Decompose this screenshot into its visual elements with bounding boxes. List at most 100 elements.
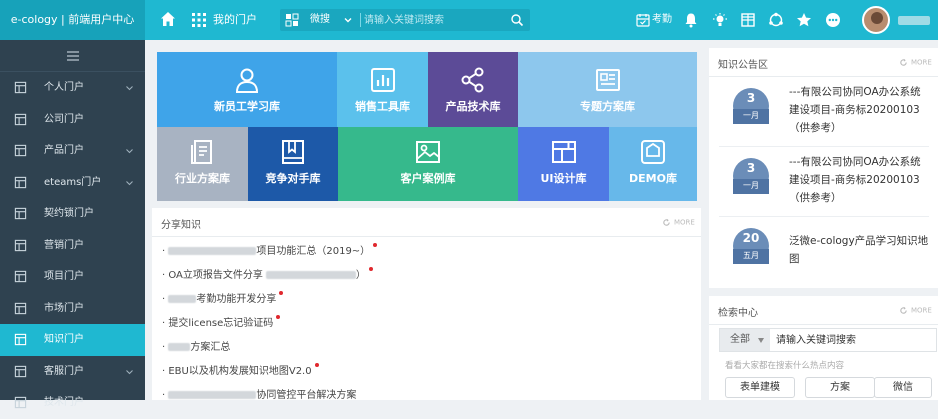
more-link[interactable]: MORE bbox=[899, 306, 932, 315]
star-icon[interactable] bbox=[796, 12, 812, 28]
more-label[interactable]: MORE bbox=[911, 307, 932, 315]
tile-label: DEMO库 bbox=[629, 172, 677, 185]
sidebar-item[interactable]: 项目门户 bbox=[0, 261, 145, 293]
hot-search-button[interactable]: 微信 bbox=[874, 377, 932, 398]
knowledge-list-item[interactable]: · OA立项报告文件分享） bbox=[162, 266, 373, 281]
redacted-text bbox=[168, 247, 257, 255]
sidebar-toggle[interactable] bbox=[0, 40, 145, 72]
item-title[interactable]: 方案汇总 bbox=[190, 342, 230, 353]
hot-search-button[interactable]: 表单建模 bbox=[725, 377, 795, 398]
sidebar-item[interactable]: 公司门户 bbox=[0, 104, 145, 136]
more-icon[interactable] bbox=[825, 12, 841, 28]
knowledge-list-item[interactable]: · 考勤功能开发分享 bbox=[162, 290, 284, 305]
search-scope-label[interactable]: 全部 bbox=[730, 334, 750, 345]
hot-search-button[interactable]: 方案 bbox=[805, 377, 875, 398]
knowledge-list-item[interactable]: · EBU以及机构发展知识地图V2.0 bbox=[162, 362, 319, 377]
sidebar-item[interactable]: 知识门户 bbox=[0, 324, 145, 356]
brand-title[interactable]: e-cology | 前端用户中心 bbox=[0, 0, 145, 40]
avatar[interactable] bbox=[862, 6, 890, 34]
sidebar-item[interactable]: 营销门户 bbox=[0, 230, 145, 262]
sidebar-item[interactable]: 契约锁门户 bbox=[0, 198, 145, 230]
refresh-icon[interactable] bbox=[899, 306, 908, 315]
date-day: 20 bbox=[742, 231, 760, 245]
caret-down-icon[interactable] bbox=[758, 338, 764, 343]
new-badge bbox=[314, 363, 319, 367]
username[interactable] bbox=[898, 16, 930, 25]
chevron-down-icon[interactable] bbox=[125, 179, 134, 187]
knowledge-list-item[interactable]: · 协同管控平台解决方案 bbox=[162, 386, 356, 401]
sidebar-item-label: 个人门户 bbox=[44, 82, 84, 93]
more-label[interactable]: MORE bbox=[674, 219, 695, 227]
item-title[interactable]: 协同管控平台解决方案 bbox=[256, 390, 356, 401]
knowledge-tile[interactable]: 专题方案库 bbox=[518, 52, 697, 127]
layout-icon bbox=[14, 176, 27, 188]
panel-divider bbox=[152, 236, 701, 237]
item-title[interactable]: 提交license忘记验证码 bbox=[168, 318, 273, 329]
date-day: 3 bbox=[746, 91, 756, 105]
knowledge-tile[interactable]: 行业方案库 bbox=[157, 127, 248, 201]
notice-title[interactable]: ---有限公司协同OA办公系统建设项目-商务标20200103（供参考） bbox=[789, 83, 929, 137]
attendance-label[interactable]: 考勤 bbox=[652, 0, 672, 40]
new-badge bbox=[368, 267, 373, 271]
grid-icon[interactable] bbox=[740, 12, 756, 28]
notice-title[interactable]: 泛微e-cology产品学习知识地图 bbox=[789, 232, 929, 268]
knowledge-tile[interactable]: 销售工具库 bbox=[337, 52, 428, 127]
item-title[interactable]: 项目功能汇总（2019~） bbox=[256, 246, 370, 257]
knowledge-tile[interactable]: DEMO库 bbox=[609, 127, 697, 201]
panel-divider bbox=[709, 76, 938, 77]
bell-icon[interactable] bbox=[683, 12, 699, 28]
knowledge-tile[interactable]: UI设计库 bbox=[518, 127, 609, 201]
knowledge-list-item[interactable]: · 项目功能汇总（2019~） bbox=[162, 242, 378, 257]
chevron-down-icon[interactable] bbox=[343, 15, 353, 25]
sidebar-item[interactable]: 个人门户 bbox=[0, 72, 145, 104]
knowledge-tile[interactable]: 竞争对手库 bbox=[248, 127, 338, 201]
notice-item[interactable]: 3 一月 ---有限公司协同OA办公系统建设项目-商务标20200103（供参考） bbox=[709, 150, 938, 220]
search-input[interactable] bbox=[362, 10, 502, 30]
search-scope-select[interactable]: 微搜 bbox=[310, 9, 330, 31]
divider bbox=[719, 216, 929, 217]
knowledge-tiles: 新员工学习库 销售工具库 产品技术库 专题方案库行业方案库 竞争对手库 客户案例库 UI设计… bbox=[157, 52, 697, 201]
sidebar-item[interactable]: 产品门户 bbox=[0, 135, 145, 167]
notice-item[interactable]: 3 一月 ---有限公司协同OA办公系统建设项目-商务标20200103（供参考） bbox=[709, 80, 938, 150]
chevron-down-icon[interactable] bbox=[125, 84, 134, 92]
sidebar-item[interactable]: 技术门户 bbox=[0, 387, 145, 419]
menu-icon[interactable] bbox=[66, 50, 80, 62]
apps-grid-icon[interactable] bbox=[191, 12, 207, 28]
knowledge-tile[interactable]: 产品技术库 bbox=[428, 52, 518, 127]
more-link[interactable]: MORE bbox=[662, 218, 695, 227]
sidebar-item-label: 公司门户 bbox=[44, 113, 84, 125]
knowledge-search-input[interactable] bbox=[776, 329, 934, 351]
refresh-icon[interactable] bbox=[662, 218, 671, 227]
notice-item[interactable]: 20 五月 泛微e-cology产品学习知识地图 bbox=[709, 220, 938, 290]
date-day: 3 bbox=[746, 161, 756, 175]
chevron-down-icon[interactable] bbox=[125, 368, 134, 376]
refresh-icon[interactable] bbox=[899, 58, 908, 67]
sidebar-item[interactable]: 市场门户 bbox=[0, 293, 145, 325]
layout-icon bbox=[14, 81, 27, 94]
notice-panel: 知识公告区 MORE 3 一月 ---有限公司协同OA办公系统建设项目-商务标202… bbox=[709, 48, 938, 288]
network-icon[interactable] bbox=[768, 12, 784, 28]
share-knowledge-panel: 分享知识 MORE · 项目功能汇总（2019~） · OA立项报告文件分享） · … bbox=[152, 208, 701, 401]
my-portal-link[interactable]: 我的门户 bbox=[213, 0, 257, 40]
search-icon[interactable] bbox=[510, 13, 524, 27]
more-link[interactable]: MORE bbox=[899, 58, 932, 67]
knowledge-tile[interactable]: 客户案例库 bbox=[338, 127, 518, 201]
layout-icon bbox=[14, 396, 27, 409]
sidebar-item[interactable]: eteams门户 bbox=[0, 167, 145, 199]
item-title[interactable]: OA立项报告文件分享 bbox=[168, 270, 263, 281]
lightbulb-icon[interactable] bbox=[712, 12, 728, 28]
sidebar-item-label: 契约锁门户 bbox=[44, 208, 94, 219]
knowledge-list-item[interactable]: · 方案汇总 bbox=[162, 338, 230, 353]
notice-title[interactable]: ---有限公司协同OA办公系统建设项目-商务标20200103（供参考） bbox=[789, 153, 929, 207]
panel-title: 检索中心 bbox=[718, 308, 758, 319]
chevron-down-icon[interactable] bbox=[125, 147, 134, 155]
sidebar-item-label: 项目门户 bbox=[44, 271, 84, 282]
sidebar-item[interactable]: 客服门户 bbox=[0, 356, 145, 388]
item-title[interactable]: EBU以及机构发展知识地图V2.0 bbox=[168, 366, 311, 377]
knowledge-tile[interactable]: 新员工学习库 bbox=[157, 52, 337, 127]
item-title[interactable]: 考勤功能开发分享 bbox=[196, 294, 276, 305]
more-label[interactable]: MORE bbox=[911, 59, 932, 67]
attendance-icon[interactable] bbox=[636, 13, 650, 27]
home-icon[interactable] bbox=[160, 11, 176, 27]
knowledge-list-item[interactable]: · 提交license忘记验证码 bbox=[162, 314, 281, 329]
